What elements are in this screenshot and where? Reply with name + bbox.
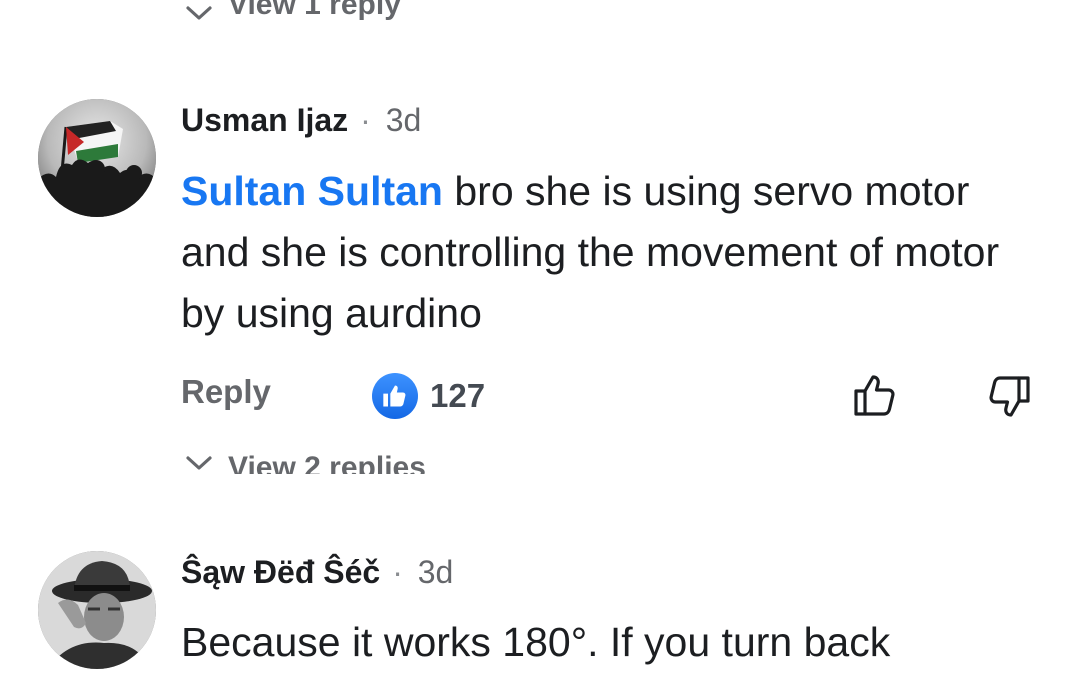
view-replies-label: View 2 replies	[228, 451, 426, 474]
view-replies-top[interactable]: View 1 reply	[184, 0, 401, 24]
comment-author[interactable]: Usman Ijaz	[181, 102, 348, 139]
avatar-image	[38, 99, 156, 217]
view-replies-button[interactable]: View 2 replies	[184, 450, 426, 474]
reaction-summary[interactable]: 127	[372, 373, 485, 419]
view-replies-label: View 1 reply	[228, 0, 401, 21]
chevron-down-icon	[186, 6, 212, 20]
comment-text: Sultan Sultan bro she is using servo mot…	[181, 161, 1041, 344]
like-reaction-icon	[372, 373, 418, 419]
comment-text: Because it works 180°. If you turn back	[181, 619, 891, 665]
comment-meta: · 3d	[360, 102, 421, 139]
comment-time: 3d	[417, 554, 454, 590]
comment-header: Usman Ijaz · 3d	[181, 102, 421, 139]
thumbs-down-icon[interactable]	[983, 372, 1033, 422]
avatar[interactable]	[38, 551, 156, 669]
thumbs-up-icon[interactable]	[851, 370, 901, 420]
comment-meta: · 3d	[392, 554, 453, 591]
comment-time: 3d	[385, 102, 422, 138]
mention-link[interactable]: Sultan Sultan	[181, 168, 443, 214]
separator-dot: ·	[392, 554, 403, 590]
comment-author[interactable]: Ŝąw Đëđ Ŝéč	[181, 554, 380, 591]
avatar-image	[38, 551, 156, 669]
reply-button[interactable]: Reply	[181, 373, 271, 411]
chevron-down-icon	[186, 456, 212, 470]
comment-header: Ŝąw Đëđ Ŝéč · 3d	[181, 554, 453, 591]
like-count: 127	[430, 377, 486, 414]
separator-dot: ·	[360, 102, 371, 138]
avatar[interactable]	[38, 99, 156, 217]
